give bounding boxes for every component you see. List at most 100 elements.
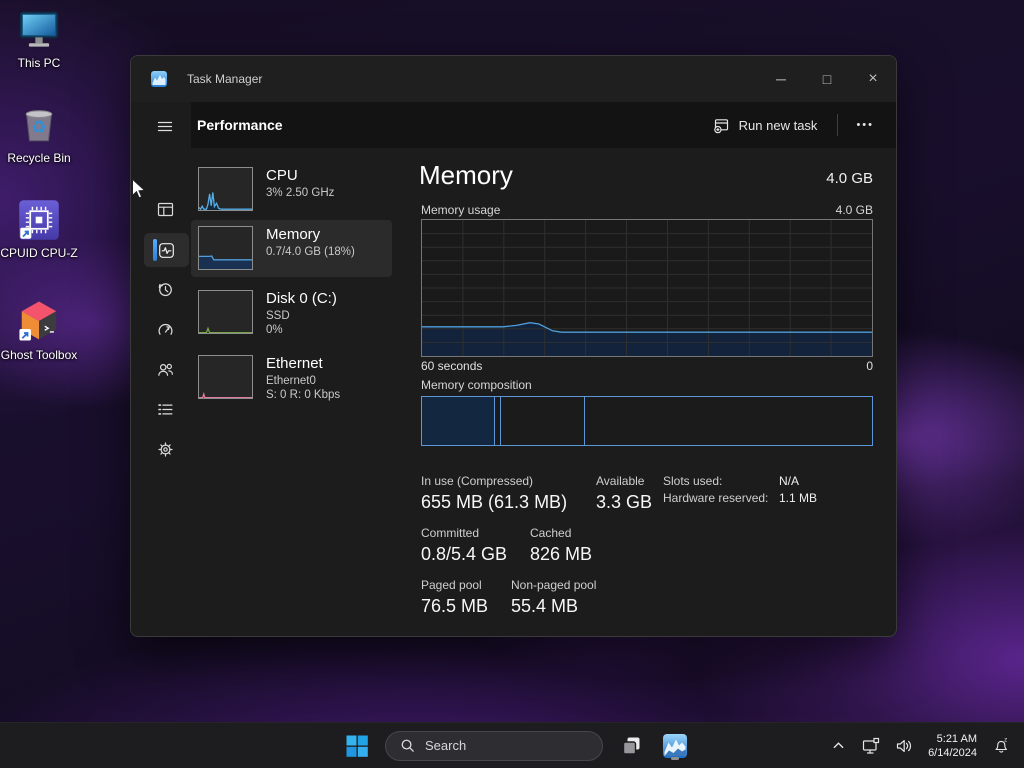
stat-label: Committed	[421, 526, 507, 540]
sidebar-item-services[interactable]	[145, 433, 185, 465]
perf-card-ethernet[interactable]: Ethernet Ethernet0 S: 0 R: 0 Kbps	[191, 349, 392, 405]
memory-stats: In use (Compressed) 655 MB (61.3 MB) Ava…	[419, 474, 873, 634]
stat-value: 3.3 GB	[596, 490, 652, 514]
ethernet-mini-chart	[198, 355, 253, 399]
system-tray: 5:21 AM 6/14/2024 z	[825, 723, 1014, 768]
task-manager-taskbar-icon	[662, 733, 688, 759]
card-title: CPU	[266, 166, 334, 186]
stat-label: Cached	[530, 526, 592, 540]
stat-cached: Cached 826 MB	[530, 526, 592, 566]
taskbar: Search	[0, 722, 1024, 768]
stat-label: Hardware reserved:	[663, 491, 779, 505]
cpuz-icon	[17, 198, 61, 242]
task-manager-app-icon	[151, 71, 167, 87]
desktop-icon-label: This PC	[18, 56, 61, 70]
history-icon	[157, 281, 174, 298]
close-button[interactable]: ×	[850, 56, 896, 102]
card-subtitle2: 0%	[266, 323, 337, 337]
composition-segment-in-use	[422, 397, 495, 445]
minimize-button[interactable]: ─	[758, 56, 804, 102]
desktop-icon-this-pc[interactable]: This PC	[0, 8, 78, 70]
startup-gauge-icon	[157, 321, 174, 338]
sidebar-item-performance[interactable]	[144, 233, 189, 267]
taskbar-task-manager-button[interactable]	[659, 730, 691, 762]
disk-sparkline-chart	[199, 291, 252, 333]
hamburger-icon	[156, 118, 174, 135]
card-title: Disk 0 (C:)	[266, 289, 337, 309]
desktop-icon-label: Recycle Bin	[7, 151, 70, 165]
perf-card-cpu[interactable]: CPU 3% 2.50 GHz	[191, 161, 392, 217]
disk-mini-chart	[198, 290, 253, 334]
taskbar-clock[interactable]: 5:21 AM 6/14/2024	[928, 732, 977, 760]
stat-committed: Committed 0.8/5.4 GB	[421, 526, 507, 566]
running-app-indicator	[671, 757, 679, 760]
sidebar-item-processes[interactable]	[145, 193, 185, 225]
cpu-mini-chart	[198, 167, 253, 211]
clock-time: 5:21 AM	[928, 732, 977, 746]
volume-tray-button[interactable]	[891, 730, 917, 762]
processes-icon	[157, 201, 174, 218]
ethernet-network-icon	[862, 737, 880, 755]
desktop-icon-label: CPUID CPU-Z	[0, 246, 77, 260]
perf-card-memory[interactable]: Memory 0.7/4.0 GB (18%)	[191, 220, 392, 277]
memory-mini-chart	[198, 226, 253, 270]
sidebar-item-users[interactable]	[145, 353, 185, 385]
stat-label: Non-paged pool	[511, 578, 596, 592]
stat-in-use: In use (Compressed) 655 MB (61.3 MB)	[421, 474, 567, 514]
card-title: Memory	[266, 225, 355, 245]
card-subtitle: Ethernet0	[266, 374, 340, 388]
this-pc-icon	[17, 8, 61, 52]
svg-text:z: z	[1004, 738, 1007, 744]
composition-segment-free	[585, 397, 872, 445]
perf-card-disk[interactable]: Disk 0 (C:) SSD 0%	[191, 284, 392, 340]
stat-non-paged-pool: Non-paged pool 55.4 MB	[511, 578, 596, 618]
desktop-icon-ghost-toolbox[interactable]: Ghost Toolbox	[0, 298, 78, 362]
memory-usage-chart[interactable]	[421, 219, 873, 357]
stat-slots-used: Slots used: N/A	[663, 474, 799, 488]
memory-detail-panel: Memory 4.0 GB Memory usage 4.0 GB 60 sec…	[419, 148, 873, 636]
search-placeholder: Search	[425, 738, 466, 753]
stat-value: N/A	[779, 474, 799, 488]
navigation-menu-button[interactable]	[145, 110, 185, 142]
bell-sleep-icon: z	[992, 736, 1011, 755]
desktop-icon-cpuz[interactable]: CPUID CPU-Z	[0, 198, 78, 260]
sidebar-item-details[interactable]	[145, 393, 185, 425]
notification-center-button[interactable]: z	[988, 730, 1014, 762]
stat-value: 0.8/5.4 GB	[421, 542, 507, 566]
window-title: Task Manager	[187, 72, 262, 86]
performance-icon	[158, 242, 175, 259]
header-separator	[837, 114, 838, 136]
memory-composition-bar[interactable]	[421, 396, 873, 446]
sidebar-item-app-history[interactable]	[145, 273, 185, 305]
network-tray-button[interactable]	[858, 730, 884, 762]
run-new-task-button[interactable]: Run new task	[703, 111, 828, 140]
search-icon	[400, 738, 415, 753]
desktop-icon-recycle-bin[interactable]: ♻ Recycle Bin	[0, 103, 78, 165]
task-manager-window: Task Manager ─ □ × Performance Run new t…	[130, 55, 897, 637]
search-input[interactable]: Search	[385, 731, 603, 761]
ethernet-sparkline-chart	[199, 356, 252, 398]
panel-title: Memory	[419, 160, 513, 190]
sidebar-item-startup-apps[interactable]	[145, 313, 185, 345]
stat-value: 655 MB (61.3 MB)	[421, 490, 567, 514]
page-header: Performance Run new task •••	[191, 102, 896, 148]
stat-available: Available 3.3 GB	[596, 474, 652, 514]
memory-usage-area-chart	[422, 220, 872, 356]
usage-chart-label: Memory usage	[421, 203, 500, 217]
card-title: Ethernet	[266, 354, 340, 374]
x-axis-left-label: 60 seconds	[421, 359, 482, 373]
titlebar: Task Manager ─ □ ×	[131, 56, 896, 102]
more-options-button[interactable]: •••	[848, 113, 882, 137]
start-button[interactable]	[341, 730, 373, 762]
maximize-button[interactable]: □	[804, 56, 850, 102]
hidden-icons-button[interactable]	[825, 730, 851, 762]
stat-value: 76.5 MB	[421, 594, 488, 618]
ghost-toolbox-icon	[16, 298, 62, 344]
memory-sparkline-chart	[199, 227, 252, 269]
usage-chart-max: 4.0 GB	[836, 203, 873, 217]
stat-label: Slots used:	[663, 474, 779, 488]
window-controls: ─ □ ×	[758, 56, 896, 102]
task-view-button[interactable]	[615, 730, 647, 762]
card-subtitle: 3% 2.50 GHz	[266, 186, 334, 200]
windows-logo-icon	[345, 734, 369, 758]
